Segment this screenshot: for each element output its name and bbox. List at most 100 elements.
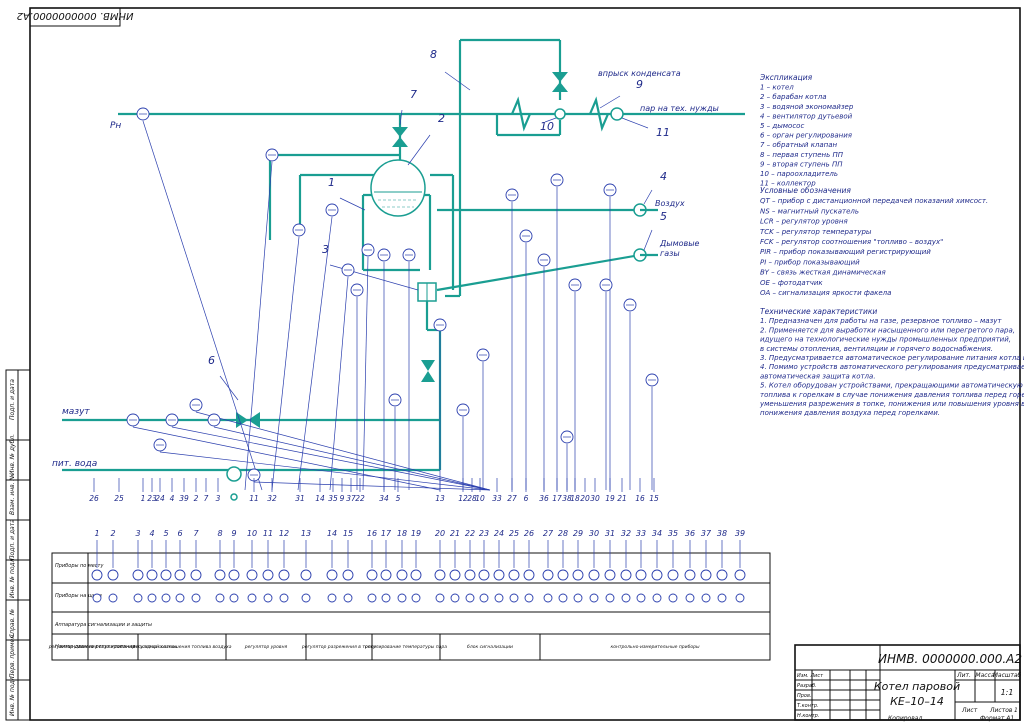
table-column-number: 23: [479, 529, 489, 538]
table-column-number: 39: [735, 529, 745, 538]
table-device: [464, 569, 476, 581]
table-column-number: 25: [509, 529, 519, 538]
line-number: 30: [590, 494, 600, 503]
table-column-number: 15: [343, 529, 353, 538]
line-number: 14: [315, 494, 325, 503]
table-device: [604, 569, 616, 581]
table-row-label: Аппаратура сигнализации и защиты: [54, 622, 152, 628]
table-device: [262, 569, 274, 581]
tech-spec-title: Технические характеристики: [760, 307, 877, 316]
explication-item: 7 – обратный клапан: [760, 141, 838, 149]
symbols-item: FCK – регулятор соотношения "топливо – в…: [760, 238, 943, 246]
table-panel-device: [509, 593, 519, 603]
feed-water-label: пит. вода: [52, 459, 97, 469]
symbols-item: PI – прибор показывающий: [760, 258, 860, 266]
table-column-number: 24: [494, 529, 504, 538]
table-column-number: 6: [177, 529, 182, 538]
drawing-code: ИНМВ. 0000000.000.A2: [878, 652, 1022, 666]
line-number: 21: [617, 494, 627, 503]
line-number: 3: [216, 494, 221, 503]
tech-spec-item: 3. Предусматривается автоматическое регу…: [760, 354, 1024, 362]
table-panel-device: [175, 593, 185, 603]
table-device: [635, 569, 647, 581]
table-device: [190, 569, 202, 581]
table-panel-device: [367, 593, 377, 603]
fuel-oil-label: мазут: [62, 407, 90, 417]
table-panel-device: [450, 593, 460, 603]
line-number: 26: [89, 494, 99, 503]
tech-spec-item: 5. Котел оборудован устройствами, прекра…: [760, 382, 1024, 390]
table-panel-device: [108, 593, 118, 603]
table-device: [91, 569, 103, 581]
table-panel-device: [435, 593, 445, 603]
table-column-number: 7: [193, 529, 199, 538]
table-device: [620, 569, 632, 581]
table-panel-device: [397, 593, 407, 603]
table-device: [396, 569, 408, 581]
explication-title: Экспликация: [759, 73, 813, 82]
line-number: 32: [267, 494, 277, 503]
equipment-callout-9: 9: [636, 78, 643, 91]
table-device: [478, 569, 490, 581]
table-panel-device: [543, 593, 553, 603]
table-panel-device: [133, 593, 143, 603]
table-panel-device: [589, 593, 599, 603]
tech-spec-item: в системы отопления, вентиляции и горяче…: [760, 345, 993, 353]
feed-pump: [226, 466, 242, 482]
line-number: 34: [379, 494, 389, 503]
table-panel-device: [636, 593, 646, 603]
table-device: [588, 569, 600, 581]
table-panel-device: [735, 593, 745, 603]
table-column-number: 2: [110, 529, 115, 538]
table-panel-device: [465, 593, 475, 603]
instrument-table: [51, 552, 771, 661]
table-panel-device: [524, 593, 534, 603]
table-section-label: регулятор соотношения топлива воздуха: [131, 645, 231, 650]
drawing-title-model: КЕ–10–14: [890, 695, 944, 708]
symbols-item: PIR – прибор показывающий регистрирующий: [760, 248, 931, 256]
line-number: 18: [570, 494, 580, 503]
table-device: [410, 569, 422, 581]
equipment-callout-10: 10: [540, 120, 554, 133]
collector: [610, 107, 624, 121]
table-device: [734, 569, 746, 581]
drawing-sheet: ИНМВ. 0000000000.A2 Подп. и дата Инв. № …: [0, 0, 1024, 723]
table-device: [684, 569, 696, 581]
table-device: [366, 569, 378, 581]
table-panel-device: [685, 593, 695, 603]
explication-item: 5 – дымосос: [760, 122, 804, 130]
side-stamp-text-2: Инв. № дубл.: [9, 434, 16, 475]
table-column-number: 5: [163, 529, 168, 538]
table-column-number: 14: [327, 529, 337, 538]
line-number: 22: [355, 494, 365, 503]
table-panel-device: [229, 593, 239, 603]
equipment-callout-6: 6: [208, 354, 215, 367]
table-column-number: 30: [589, 529, 599, 538]
desuperheater: [554, 108, 566, 120]
table-column-number: 33: [636, 529, 646, 538]
symbols-item: LCR – регулятор уровня: [760, 218, 848, 226]
table-column-number: 29: [573, 529, 583, 538]
table-panel-device: [381, 593, 391, 603]
table-column-number: 28: [558, 529, 568, 538]
table-panel-device: [411, 593, 421, 603]
table-device: [542, 569, 554, 581]
side-stamp-text-4: Подп. и дата: [9, 519, 16, 560]
table-column-number: 21: [450, 529, 460, 538]
table-column-number: 37: [701, 529, 712, 538]
table-panel-device: [621, 593, 631, 603]
line-number: 5: [396, 494, 401, 503]
svg-text:Пров.: Пров.: [797, 693, 812, 699]
table-column-number: 38: [717, 529, 727, 538]
table-panel-device: [605, 593, 615, 603]
tech-spec-item: 2. Применяется для выработки насыщенного…: [760, 326, 1015, 334]
table-column-number: 4: [149, 529, 154, 538]
air-label: Воздух: [655, 199, 685, 208]
symbols-item: OE – фотодатчик: [760, 279, 823, 287]
symbols-item: TCK – регулятор температуры: [760, 228, 872, 236]
steam-line-label: Рн: [110, 121, 121, 131]
tech-spec-item: 4. Помимо устройств автоматического регу…: [760, 363, 1024, 371]
table-column-number: 26: [524, 529, 534, 538]
tech-spec-item: идущего на технологические нужды промышл…: [760, 336, 1011, 344]
explication-item: 3 – водяной экономайзер: [760, 103, 854, 111]
